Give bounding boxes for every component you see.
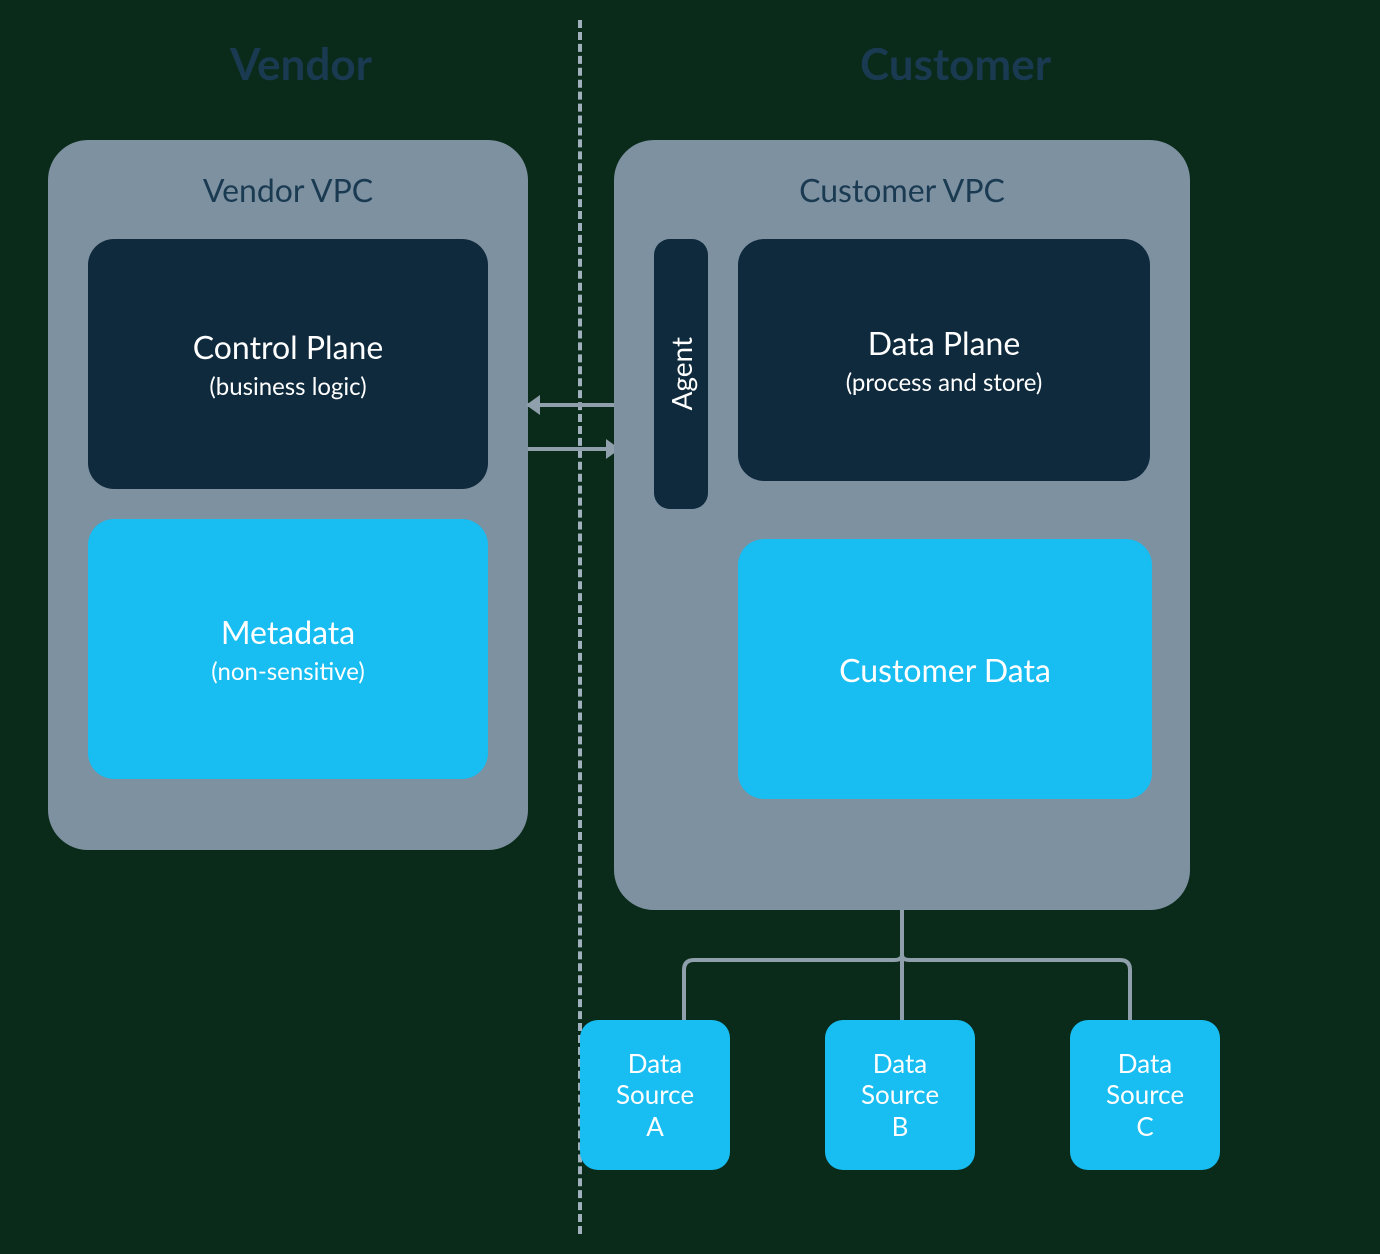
data-source-c-line3: C	[1136, 1111, 1153, 1142]
data-source-b-line1: Data	[873, 1048, 927, 1079]
customer-heading: Customer	[860, 38, 1051, 90]
customer-data-box: Customer Data	[738, 539, 1152, 799]
metadata-box: Metadata (non-sensitive)	[88, 519, 488, 779]
architecture-diagram: Vendor Customer Vendor VPC Control Plane…	[0, 0, 1380, 1254]
agent-label: Agent	[664, 337, 698, 411]
vendor-vpc-title: Vendor VPC	[88, 170, 488, 209]
bidirectional-arrows	[528, 395, 618, 475]
data-source-b: Data Source B	[825, 1020, 975, 1170]
data-source-b-line3: B	[892, 1111, 909, 1142]
vendor-heading: Vendor	[230, 38, 372, 90]
data-plane-box: Data Plane (process and store)	[738, 239, 1150, 481]
customer-vpc-title: Customer VPC	[654, 170, 1150, 209]
control-plane-title: Control Plane	[193, 327, 384, 366]
agent-box: Agent	[654, 239, 708, 509]
branch-connectors	[614, 910, 1190, 1020]
data-source-c-line1: Data	[1118, 1048, 1172, 1079]
arrow-line-top	[528, 403, 618, 407]
data-source-c-line2: Source	[1106, 1079, 1184, 1110]
data-source-c: Data Source C	[1070, 1020, 1220, 1170]
data-source-a: Data Source A	[580, 1020, 730, 1170]
data-plane-sub: (process and store)	[846, 368, 1043, 397]
data-source-a-line1: Data	[628, 1048, 682, 1079]
data-plane-title: Data Plane	[868, 323, 1021, 362]
control-plane-sub: (business logic)	[209, 372, 366, 401]
data-source-a-line2: Source	[616, 1079, 694, 1110]
control-plane-box: Control Plane (business logic)	[88, 239, 488, 489]
metadata-title: Metadata	[221, 612, 355, 651]
metadata-sub: (non-sensitive)	[211, 657, 365, 686]
arrow-line-bottom	[528, 447, 618, 451]
customer-vpc-container: Customer VPC Agent Data Plane (process a…	[614, 140, 1190, 910]
customer-data-title: Customer Data	[839, 650, 1051, 689]
data-source-b-line2: Source	[861, 1079, 939, 1110]
vendor-vpc-container: Vendor VPC Control Plane (business logic…	[48, 140, 528, 850]
data-source-a-line3: A	[646, 1111, 664, 1142]
data-sources-row: Data Source A Data Source B Data Source …	[580, 1020, 1220, 1170]
arrow-head-left-icon	[526, 395, 540, 415]
